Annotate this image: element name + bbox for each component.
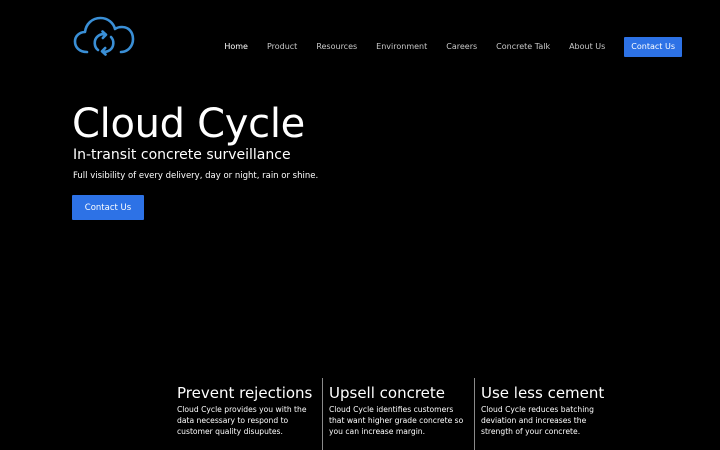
hero-title: Cloud Cycle [72, 101, 305, 147]
nav-item-product[interactable]: Product [267, 37, 297, 57]
feature-text: Cloud Cycle identifies customers that wa… [329, 405, 464, 436]
hero-subtitle: In-transit concrete surveillance [73, 147, 291, 163]
feature-text: Cloud Cycle reduces batching deviation a… [481, 405, 594, 436]
feature-upsell-concrete: Upsell concrete Cloud Cycle identifies c… [322, 378, 474, 450]
cloud-cycle-icon[interactable] [73, 16, 135, 56]
feature-title: Upsell concrete [329, 384, 446, 402]
feature-prevent-rejections: Prevent rejections Cloud Cycle provides … [170, 378, 322, 450]
nav-item-concrete-talk[interactable]: Concrete Talk [496, 37, 550, 57]
features-section: Prevent rejections Cloud Cycle provides … [170, 378, 626, 450]
nav-item-environment[interactable]: Environment [376, 37, 427, 57]
page: Home Product Resources Environment Caree… [0, 0, 720, 450]
nav-item-resources[interactable]: Resources [316, 37, 357, 57]
nav-item-home[interactable]: Home [224, 37, 248, 57]
nav-item-careers[interactable]: Careers [446, 37, 477, 57]
hero-description: Full visibility of every delivery, day o… [73, 171, 319, 181]
feature-text: Cloud Cycle provides you with the data n… [177, 405, 307, 436]
main-nav: Home Product Resources Environment Caree… [224, 37, 682, 57]
hero-contact-us-button[interactable]: Contact Us [72, 195, 144, 220]
feature-use-less-cement: Use less cement Cloud Cycle reduces batc… [474, 378, 626, 450]
feature-title: Use less cement [481, 384, 605, 402]
feature-title: Prevent rejections [177, 384, 313, 402]
nav-contact-us-button[interactable]: Contact Us [624, 37, 682, 57]
nav-item-about-us[interactable]: About Us [569, 37, 605, 57]
